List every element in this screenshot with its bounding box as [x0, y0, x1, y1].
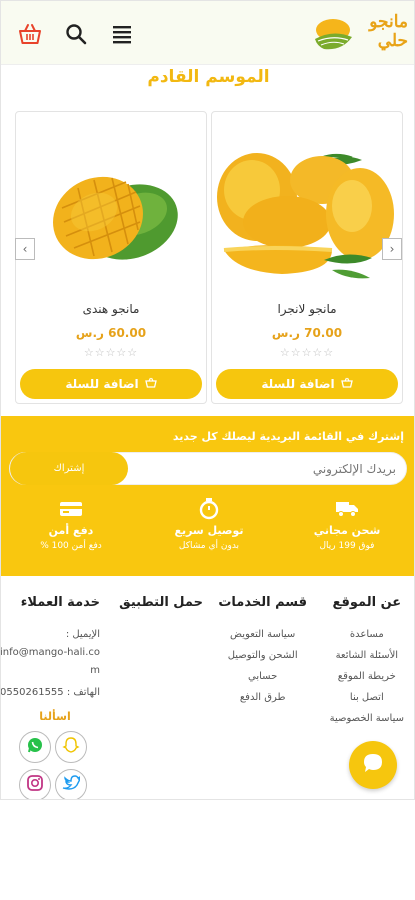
- footer-col-support: خدمة العملاء الإيميل : info@mango-hali.c…: [1, 595, 100, 723]
- logo[interactable]: مانجو حلي: [312, 9, 408, 57]
- stopwatch-icon: [140, 498, 278, 520]
- footer-link[interactable]: خريطة الموقع: [330, 666, 404, 687]
- footer-link[interactable]: اتصل بنا: [330, 687, 404, 708]
- instagram-icon: [26, 774, 44, 796]
- contact-info: الإيميل : info@mango-hali.com الهاتف : 0…: [1, 626, 100, 702]
- page: مانجو حلي الموسم القادم مانجو لانجرا 70.…: [0, 0, 415, 800]
- phone-text[interactable]: الهاتف : 0550261555: [1, 684, 100, 702]
- basket-icon: [144, 377, 157, 391]
- footer-col-title: حمل التطبيق: [119, 595, 203, 610]
- add-to-cart-button[interactable]: اضافة للسلة: [216, 369, 398, 399]
- section-title: الموسم القادم: [147, 67, 270, 87]
- basket-icon: [340, 377, 353, 391]
- footer-link[interactable]: الأسئلة الشائعة: [330, 645, 404, 666]
- product-price: 70.00 ر.س: [271, 326, 343, 340]
- footer-link[interactable]: حسابي: [218, 666, 307, 687]
- email-input[interactable]: [126, 453, 396, 484]
- snapchat-icon: [62, 736, 80, 758]
- feature-fast-delivery: توصيل سريع بدون أي مشاكل: [140, 498, 278, 568]
- logo-text-line2: حلي: [377, 31, 408, 51]
- logo-text-line1: مانجو: [369, 12, 408, 32]
- search-icon[interactable]: [63, 21, 89, 47]
- feature-title: توصيل سريع: [174, 524, 244, 537]
- footer-col-title: عن الموقع: [332, 595, 402, 610]
- carousel-next-button[interactable]: ›: [382, 238, 402, 260]
- footer-link[interactable]: طرق الدفع: [218, 687, 307, 708]
- truck-icon: [278, 498, 414, 520]
- twitter-button[interactable]: [55, 769, 87, 799]
- feature-title: شحن مجاني: [313, 524, 381, 537]
- product-name[interactable]: مانجو هندى: [16, 302, 206, 316]
- cart-basket-icon[interactable]: [17, 21, 43, 47]
- product-image[interactable]: [16, 122, 206, 292]
- product-card[interactable]: مانجو لانجرا 70.00 ر.س ☆☆☆☆☆ اضافة للسلة: [211, 111, 403, 404]
- add-to-cart-button[interactable]: اضافة للسلة: [20, 369, 202, 399]
- chat-button[interactable]: [349, 741, 397, 789]
- ask-us-link[interactable]: اسألنا: [10, 710, 100, 723]
- footer-link[interactable]: مساعدة: [330, 624, 404, 645]
- feature-title: دفع أمن: [48, 524, 94, 537]
- email-value[interactable]: info@mango-hali.com: [1, 644, 100, 680]
- footer-col-title: قسم الخدمات: [218, 595, 307, 610]
- email-label: الإيميل :: [65, 629, 100, 640]
- feature-secure-payment: دفع أمن دفع أمن 100 %: [2, 498, 140, 568]
- credit-card-icon: [2, 498, 140, 520]
- snapchat-button[interactable]: [55, 731, 87, 763]
- newsletter-form: إشتراك: [9, 452, 407, 485]
- header: مانجو حلي: [1, 1, 414, 65]
- feature-free-shipping: شحن مجاني فوق 199 ريال: [278, 498, 414, 568]
- footer-link[interactable]: الشحن والتوصيل: [218, 645, 307, 666]
- add-to-cart-label: اضافة للسلة: [261, 377, 335, 391]
- footer-col-app: حمل التطبيق: [119, 595, 203, 610]
- feature-subtitle: دفع أمن 100 %: [40, 541, 102, 551]
- newsletter-text: إشترك في القائمة البريدية ليصلك كل جديد: [172, 430, 404, 443]
- add-to-cart-label: اضافة للسلة: [65, 377, 139, 391]
- instagram-button[interactable]: [19, 769, 51, 799]
- newsletter-section: إشترك في القائمة البريدية ليصلك كل جديد …: [1, 416, 414, 576]
- feature-subtitle: بدون أي مشاكل: [178, 541, 240, 551]
- product-price: 60.00 ر.س: [75, 326, 147, 340]
- features-row: شحن مجاني فوق 199 ريال توصيل سريع بدون أ…: [1, 498, 414, 568]
- footer-links: مساعدة الأسئلة الشائعة خريطة الموقع اتصل…: [330, 624, 404, 729]
- menu-hamburger-icon[interactable]: [109, 21, 135, 47]
- whatsapp-icon: [26, 736, 44, 758]
- chevron-right-icon: ›: [389, 242, 395, 256]
- whatsapp-button[interactable]: [19, 731, 51, 763]
- footer-col-title: خدمة العملاء: [20, 595, 100, 610]
- logo-text: مانجو حلي: [348, 13, 408, 51]
- product-name[interactable]: مانجو لانجرا: [212, 302, 402, 316]
- footer-col-services: قسم الخدمات سياسة التعويض الشحن والتوصيل…: [218, 595, 307, 708]
- footer-col-about: عن الموقع مساعدة الأسئلة الشائعة خريطة ا…: [330, 595, 404, 729]
- footer-links: سياسة التعويض الشحن والتوصيل حسابي طرق ا…: [218, 624, 307, 708]
- product-image[interactable]: [212, 122, 402, 292]
- product-card[interactable]: مانجو هندى 60.00 ر.س ☆☆☆☆☆ اضافة للسلة: [15, 111, 207, 404]
- twitter-icon: [62, 775, 82, 795]
- chevron-left-icon: ‹: [22, 242, 28, 256]
- chat-bubble-icon: [361, 751, 385, 779]
- subscribe-button[interactable]: إشتراك: [10, 452, 128, 485]
- footer-link[interactable]: سياسة الخصوصية: [330, 708, 404, 729]
- rating-stars: ☆☆☆☆☆: [279, 346, 335, 359]
- rating-stars: ☆☆☆☆☆: [83, 346, 139, 359]
- feature-subtitle: فوق 199 ريال: [319, 541, 375, 551]
- footer-link[interactable]: سياسة التعويض: [218, 624, 307, 645]
- carousel-prev-button[interactable]: ‹: [15, 238, 35, 260]
